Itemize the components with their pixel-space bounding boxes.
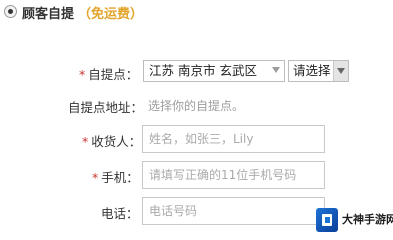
- pickup-address-hint: 选择你的自提点。: [148, 99, 245, 113]
- pickup-address-label: 自提点地址：: [68, 100, 144, 115]
- required-mark: *: [82, 134, 89, 149]
- pickup-point-label-row: * 自提点：: [79, 64, 138, 83]
- section-header: 顾客自提 （免运费）: [0, 0, 393, 30]
- phone-input[interactable]: 电话号码: [142, 197, 325, 225]
- dropdown-button[interactable]: [333, 61, 348, 81]
- required-mark: *: [92, 170, 99, 185]
- pickup-point-label: 自提点：: [88, 67, 139, 82]
- radio-dot: [8, 9, 13, 14]
- required-mark: *: [79, 67, 86, 82]
- mobile-input[interactable]: 请填写正确的11位手机号码: [142, 161, 325, 189]
- mobile-label-row: * 手机：: [92, 167, 139, 186]
- mobile-label: 手机：: [101, 170, 139, 185]
- region-select[interactable]: 江苏 南京市 玄武区: [143, 60, 285, 82]
- recipient-placeholder: 姓名，如张三，Lily: [149, 132, 254, 146]
- mobile-placeholder: 请填写正确的11位手机号码: [149, 168, 297, 182]
- watermark-text: 大神手游网: [342, 213, 393, 226]
- recipient-input[interactable]: 姓名，如张三，Lily: [142, 125, 325, 153]
- chevron-down-icon: [337, 68, 345, 74]
- pickup-point-select-value: 请选择: [293, 63, 331, 78]
- phone-placeholder: 电话号码: [149, 204, 198, 218]
- pickup-point-select[interactable]: 请选择: [288, 60, 349, 82]
- free-shipping-note: （免运费）: [78, 7, 144, 22]
- phone-label: 电话：: [101, 206, 139, 221]
- region-select-value: 江苏 南京市 玄武区: [149, 63, 257, 78]
- chevron-down-icon: [272, 67, 280, 73]
- recipient-label-row: * 收货人：: [82, 131, 141, 150]
- watermark-logo-icon: [316, 208, 338, 232]
- section-title: 顾客自提: [22, 7, 75, 22]
- pickup-radio[interactable]: [4, 5, 17, 18]
- site-watermark: 大神手游网: [316, 206, 393, 236]
- recipient-label: 收货人：: [91, 134, 142, 149]
